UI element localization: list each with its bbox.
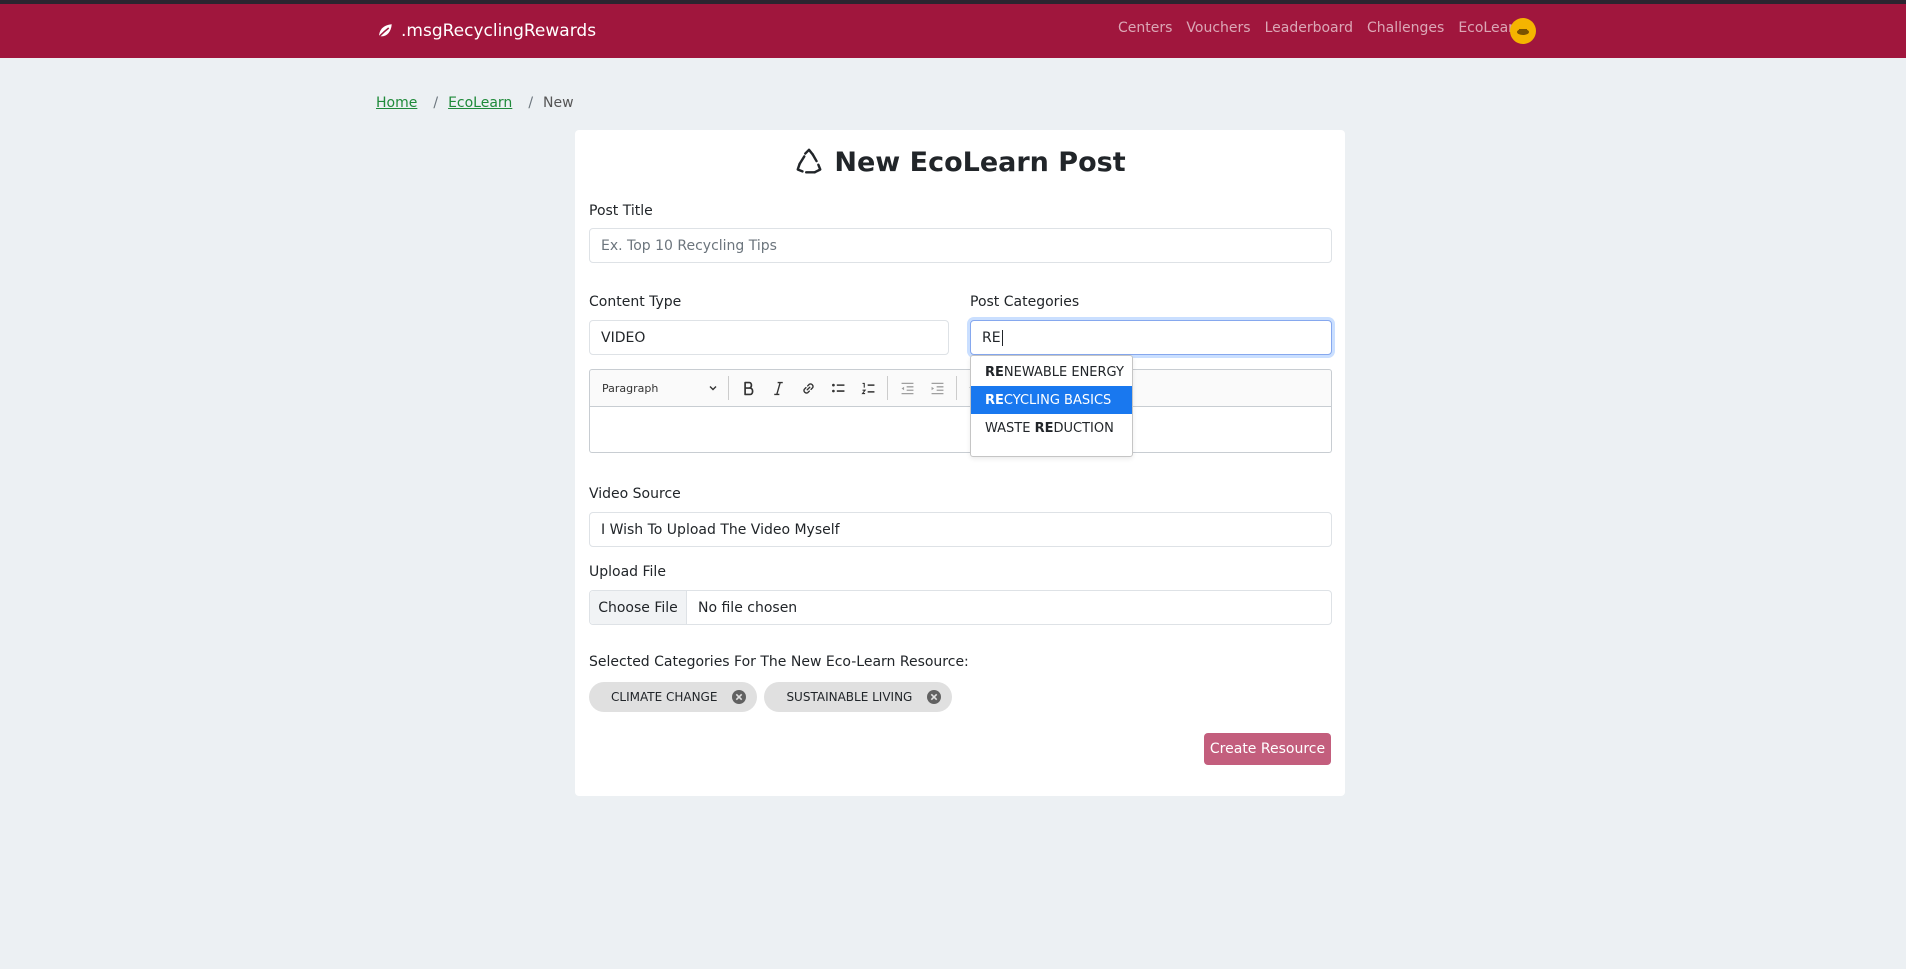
nav-link-challenges[interactable]: Challenges — [1367, 20, 1444, 36]
nav-link-centers[interactable]: Centers — [1118, 20, 1172, 36]
content-type-value: VIDEO — [601, 329, 646, 346]
nav-links: Centers Vouchers Leaderboard Challenges … — [1118, 20, 1523, 36]
category-chip: SUSTAINABLE LIVING — [764, 682, 953, 712]
page-title: New EcoLearn Post — [575, 142, 1345, 182]
paragraph-style-dropdown[interactable]: Paragraph — [596, 375, 724, 401]
editor-content-area[interactable] — [589, 407, 1332, 453]
breadcrumb-ecolearn[interactable]: EcoLearn — [448, 95, 512, 111]
breadcrumb-separator: / — [528, 95, 534, 111]
nav-link-leaderboard[interactable]: Leaderboard — [1265, 20, 1353, 36]
editor-toolbar: Paragraph — [589, 369, 1332, 407]
close-circle-icon — [732, 690, 747, 704]
close-circle-icon — [927, 690, 942, 704]
brand-name: .msgRecyclingRewards — [401, 21, 597, 41]
brand-link[interactable]: .msgRecyclingRewards — [376, 19, 596, 43]
toolbar-divider — [728, 376, 729, 400]
selected-categories: CLIMATE CHANGE SUSTAINABLE LIVING — [589, 682, 953, 712]
link-icon — [802, 382, 814, 394]
upload-file-label: Upload File — [589, 564, 666, 580]
bold-button[interactable] — [733, 373, 763, 403]
category-autocomplete-list: RE NEWABLE ENERGY RE CYCLING BASICS WASTE … — [970, 355, 1133, 457]
bold-icon — [743, 381, 753, 395]
navbar: .msgRecyclingRewards Centers Vouchers Le… — [0, 4, 1906, 58]
outdent-button[interactable] — [892, 373, 922, 403]
new-post-card: New EcoLearn Post Post Title Ex. Top 10 … — [575, 130, 1345, 796]
text-caret — [1001, 329, 1003, 346]
post-title-label: Post Title — [589, 203, 653, 219]
outdent-icon — [901, 382, 913, 394]
remove-chip-button[interactable] — [926, 689, 942, 705]
selected-categories-label: Selected Categories For The New Eco-Lear… — [589, 654, 969, 670]
breadcrumb-home[interactable]: Home — [376, 95, 417, 111]
toolbar-divider — [887, 376, 888, 400]
content-type-label: Content Type — [589, 294, 682, 310]
file-input: Choose File No file chosen — [589, 590, 1332, 625]
paragraph-style-label: Paragraph — [602, 381, 659, 395]
indent-button[interactable] — [922, 373, 952, 403]
content-type-select[interactable]: VIDEO — [589, 320, 949, 355]
chip-label: CLIMATE CHANGE — [611, 690, 718, 704]
user-avatar[interactable] — [1510, 18, 1536, 44]
coin-icon — [1517, 29, 1529, 35]
italic-icon — [773, 381, 783, 395]
file-status: No file chosen — [698, 599, 798, 616]
breadcrumb-current: New — [543, 95, 574, 111]
toolbar-divider — [956, 376, 957, 400]
post-categories-label: Post Categories — [970, 294, 1080, 310]
chevron-down-icon — [709, 386, 717, 391]
page-title-text: New EcoLearn Post — [834, 146, 1126, 178]
breadcrumb-separator: / — [433, 95, 439, 111]
remove-chip-button[interactable] — [731, 689, 747, 705]
bulleted-list-icon — [831, 383, 844, 392]
bulleted-list-button[interactable] — [823, 373, 853, 403]
video-source-value: I Wish To Upload The Video Myself — [601, 521, 840, 538]
categories-query: RE — [982, 329, 1001, 346]
video-source-label: Video Source — [589, 486, 681, 502]
video-source-select[interactable]: I Wish To Upload The Video Myself — [589, 512, 1332, 547]
nav-link-vouchers[interactable]: Vouchers — [1186, 20, 1250, 36]
indent-icon — [931, 382, 943, 394]
autocomplete-option[interactable]: WASTE RE DUCTION — [971, 414, 1132, 442]
link-button[interactable] — [793, 373, 823, 403]
italic-button[interactable] — [763, 373, 793, 403]
choose-file-button[interactable]: Choose File — [590, 591, 687, 624]
post-title-input[interactable]: Ex. Top 10 Recycling Tips — [589, 228, 1332, 263]
category-chip: CLIMATE CHANGE — [589, 682, 758, 712]
recycle-icon — [796, 148, 822, 174]
numbered-list-button[interactable] — [853, 373, 883, 403]
create-resource-button[interactable]: Create Resource — [1204, 733, 1331, 765]
autocomplete-option[interactable]: RE NEWABLE ENERGY — [971, 358, 1132, 386]
breadcrumb: Home / EcoLearn / New — [376, 95, 574, 111]
leaf-icon — [377, 24, 392, 39]
post-categories-input[interactable]: RE — [970, 320, 1332, 355]
chip-label: SUSTAINABLE LIVING — [786, 690, 913, 704]
autocomplete-option-highlighted[interactable]: RE CYCLING BASICS — [971, 386, 1132, 414]
numbered-list-icon — [860, 382, 874, 394]
